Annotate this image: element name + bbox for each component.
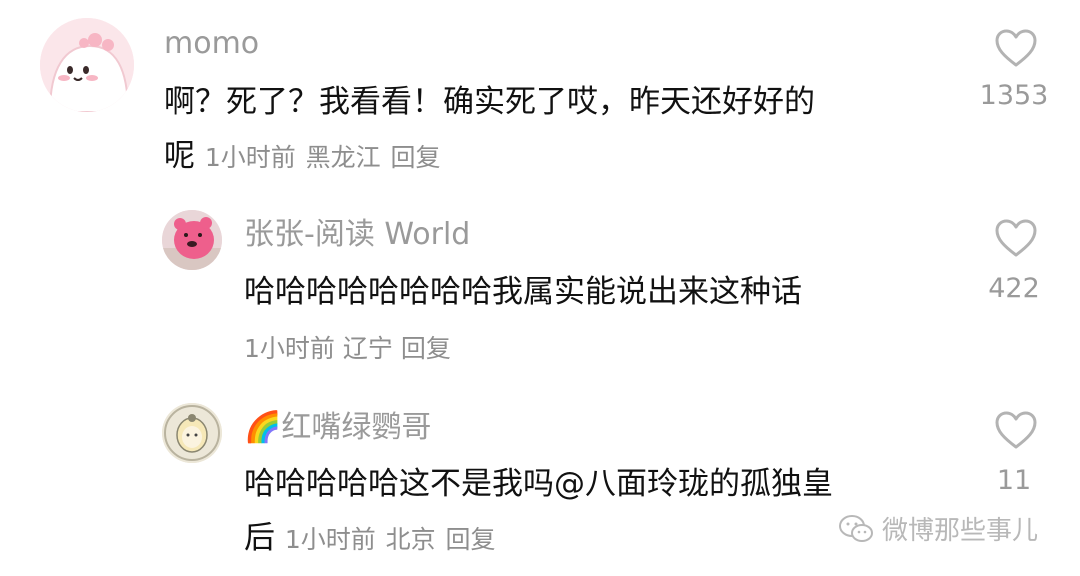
comment-text-line-1: 啊？死了？我看看！确实死了哎，昨天还好好的 <box>164 84 815 120</box>
pink-plush-avatar-icon <box>162 210 222 270</box>
cartoon-girl-avatar-icon <box>162 403 222 463</box>
heart-icon[interactable] <box>994 218 1038 258</box>
comment-time: 1小时前 <box>284 525 376 554</box>
comment-text-line-1: 哈哈哈哈哈哈哈哈我属实能说出来这种话 <box>244 274 802 310</box>
reply-button[interactable]: 回复 <box>446 525 496 554</box>
avatar-momo[interactable] <box>40 18 134 112</box>
comment-text-line-2-with-meta: 后 1小时前 北京 回复 <box>244 516 496 562</box>
like-count: 11 <box>996 465 1032 496</box>
pink-dino-avatar-icon <box>40 18 134 112</box>
username-zhangzhang[interactable]: 张张-阅读 World <box>244 217 470 253</box>
username-hongzui[interactable]: 🌈红嘴绿鹦哥 <box>244 410 431 446</box>
comment-text-line-2: 呢 <box>164 138 195 174</box>
heart-icon[interactable] <box>994 28 1038 68</box>
comment-location: 辽宁 <box>342 334 393 363</box>
like-count: 1353 <box>979 80 1049 111</box>
comment-text-line-2-with-meta: 呢 1小时前 黑龙江 回复 <box>164 134 441 180</box>
comment-location: 北京 <box>385 525 436 554</box>
watermark-text: 微博那些事儿 <box>882 516 1039 546</box>
comment-location: 黑龙江 <box>305 143 381 172</box>
comment-time: 1小时前 <box>204 143 296 172</box>
username-text: 红嘴绿鹦哥 <box>281 410 432 445</box>
avatar-hongzui[interactable] <box>162 403 222 463</box>
comment-text: 哈哈哈哈哈这不是我吗 <box>244 466 554 502</box>
watermark: 微博那些事儿 <box>838 510 1038 547</box>
username-momo[interactable]: momo <box>164 26 259 62</box>
comment-meta: 1小时前 辽宁 回复 <box>244 331 451 367</box>
comment-text-line-1: 哈哈哈哈哈这不是我吗@八面玲珑的孤独皇 <box>244 462 833 506</box>
wechat-icon <box>839 514 873 542</box>
reply-button[interactable]: 回复 <box>391 143 441 172</box>
comment-text-line-2: 后 <box>244 520 275 556</box>
heart-icon[interactable] <box>994 410 1038 450</box>
reply-button[interactable]: 回复 <box>401 334 451 363</box>
comment-time: 1小时前 <box>244 334 335 363</box>
like-count: 422 <box>988 273 1040 304</box>
mention-link[interactable]: @八面玲珑的孤独皇 <box>554 466 833 502</box>
avatar-zhangzhang[interactable] <box>162 210 222 270</box>
rainbow-icon: 🌈 <box>244 410 282 445</box>
